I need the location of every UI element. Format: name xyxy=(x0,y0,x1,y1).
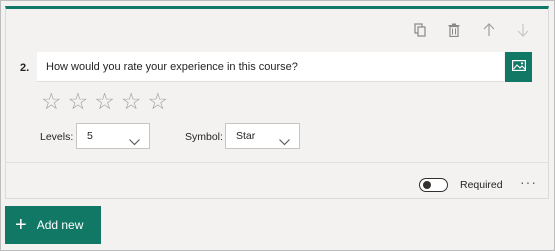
plus-icon: + xyxy=(15,214,27,236)
star-icon[interactable]: ☆ xyxy=(94,91,115,114)
levels-select[interactable]: 5 xyxy=(76,123,150,149)
card-divider xyxy=(5,162,549,163)
symbol-value: Star xyxy=(236,130,256,142)
add-new-button[interactable]: + Add new xyxy=(5,206,101,244)
add-new-label: Add new xyxy=(36,218,84,232)
chevron-down-icon xyxy=(279,131,290,155)
star-icon[interactable]: ☆ xyxy=(68,91,89,114)
question-text-input[interactable]: How would you rate your experience in th… xyxy=(37,52,504,82)
symbol-select[interactable]: Star xyxy=(225,123,300,149)
image-icon xyxy=(511,58,526,76)
rating-stars: ☆ ☆ ☆ ☆ ☆ xyxy=(41,91,168,114)
toggle-knob xyxy=(423,181,431,189)
required-label: Required xyxy=(460,179,503,191)
star-icon[interactable]: ☆ xyxy=(121,91,142,114)
question-card[interactable]: 2. How would you rate your experience in… xyxy=(5,6,549,199)
more-options-button[interactable]: ··· xyxy=(520,174,537,190)
levels-label: Levels: xyxy=(40,131,74,143)
star-icon[interactable]: ☆ xyxy=(41,91,62,114)
levels-value: 5 xyxy=(87,130,93,142)
question-number: 2. xyxy=(20,62,30,74)
chevron-down-icon xyxy=(129,131,140,155)
star-icon[interactable]: ☆ xyxy=(148,91,169,114)
arrow-down-icon[interactable] xyxy=(515,22,531,38)
insert-image-button[interactable] xyxy=(505,52,532,82)
symbol-label: Symbol: xyxy=(185,131,223,143)
arrow-up-icon[interactable] xyxy=(481,22,497,38)
copy-icon[interactable] xyxy=(412,22,428,38)
required-toggle[interactable] xyxy=(419,178,448,192)
trash-icon[interactable] xyxy=(446,22,462,38)
